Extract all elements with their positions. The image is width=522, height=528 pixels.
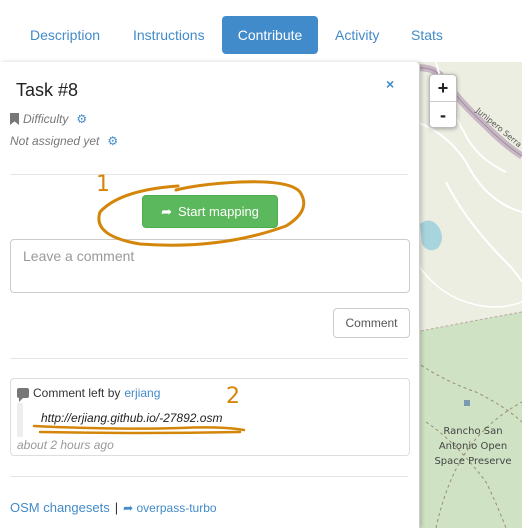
zoom-control: + -: [429, 74, 457, 128]
difficulty-label: Difficulty: [23, 112, 69, 126]
share-icon: ➦: [161, 204, 172, 219]
comment-button[interactable]: Comment: [333, 308, 410, 338]
assignment-row: Not assigned yet ⚙: [10, 134, 118, 148]
task-title: Task #8: [16, 80, 79, 100]
tab-contribute[interactable]: Contribute: [222, 16, 318, 54]
overpass-label: overpass-turbo: [136, 500, 217, 515]
tab-activity[interactable]: Activity: [320, 16, 394, 54]
gear-icon[interactable]: ⚙: [107, 134, 118, 148]
annotation-number: 1: [96, 172, 110, 197]
comment-icon: [17, 388, 29, 402]
share-icon: ➦: [123, 500, 137, 515]
bookmark-icon: [10, 113, 19, 125]
zoom-in-button[interactable]: +: [430, 75, 456, 101]
annotation-number: 2: [226, 384, 240, 409]
divider: [10, 358, 408, 359]
comment-input[interactable]: [10, 239, 410, 293]
quote-bar: [17, 403, 23, 437]
osm-changesets-link[interactable]: OSM changesets: [10, 500, 110, 515]
tab-description[interactable]: Description: [15, 16, 115, 54]
start-mapping-button[interactable]: ➦ Start mapping: [142, 195, 278, 228]
tab-bar: Description Instructions Contribute Acti…: [0, 0, 522, 62]
overpass-turbo-link[interactable]: ➦ overpass-turbo: [123, 501, 216, 515]
divider: [10, 174, 408, 175]
comment-text: http://erjiang.github.io/-27892.osm: [41, 411, 223, 425]
comment-author-link[interactable]: erjiang: [124, 386, 160, 400]
comment-header: Comment left by erjiang: [17, 386, 160, 402]
place-label: Rancho San Antonio Open Space Preserve: [434, 426, 512, 467]
comment-card: Comment left by erjiang http://erjiang.g…: [10, 378, 410, 456]
zoom-out-button[interactable]: -: [430, 101, 456, 127]
link-separator: |: [114, 500, 119, 515]
difficulty-row: Difficulty ⚙: [10, 112, 87, 126]
task-panel: [0, 62, 420, 528]
map-view[interactable]: Junipero Serra Rancho San Antonio Open S…: [416, 62, 522, 528]
start-mapping-label: Start mapping: [177, 204, 259, 219]
comment-header-prefix: Comment left by: [33, 386, 121, 400]
comment-time: about 2 hours ago: [17, 438, 114, 452]
close-icon[interactable]: ×: [386, 76, 394, 92]
tab-stats[interactable]: Stats: [396, 16, 458, 54]
divider: [10, 476, 408, 477]
assignment-label: Not assigned yet: [10, 134, 100, 148]
gear-icon[interactable]: ⚙: [76, 112, 87, 126]
tab-instructions[interactable]: Instructions: [118, 16, 220, 54]
links-row: OSM changesets | ➦ overpass-turbo: [10, 500, 217, 515]
